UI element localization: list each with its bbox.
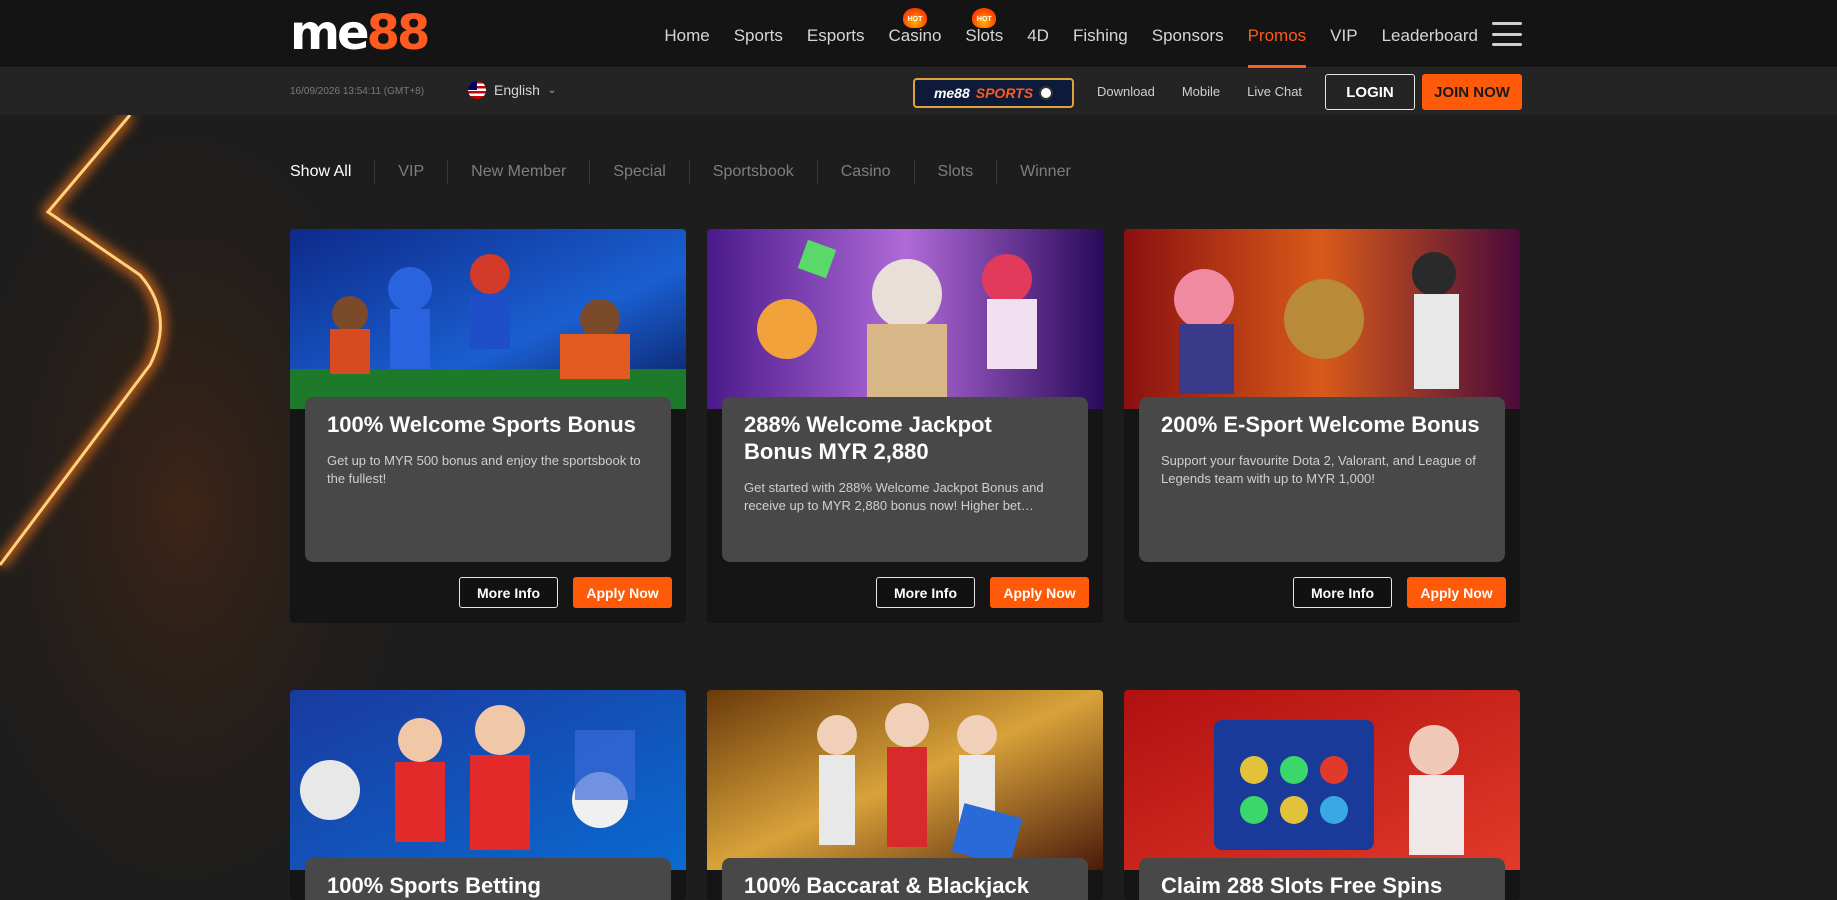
nav-item-label: VIP bbox=[1330, 26, 1358, 45]
datetime-label: 16/09/2026 13:54:11 (GMT+8) bbox=[290, 86, 425, 97]
apply-now-button[interactable]: Apply Now bbox=[573, 577, 672, 608]
promo-card-baccarat-blackjack: 100% Baccarat & Blackjack bbox=[707, 690, 1103, 900]
nav-item-label: Sports bbox=[733, 26, 783, 45]
promo-card-esport-welcome: 200% E-Sport Welcome Bonus Support your … bbox=[1124, 229, 1520, 623]
nav-item-label: Sponsors bbox=[1151, 26, 1224, 45]
promo-title: Claim 288 Slots Free Spins bbox=[1161, 873, 1443, 898]
filter-tab-special[interactable]: Special bbox=[589, 160, 688, 184]
menu-hamburger-icon[interactable] bbox=[1492, 22, 1522, 46]
promo-filter-tabs: Show All VIP New Member Special Sportsbook Ca… bbox=[290, 160, 1094, 184]
language-selector[interactable]: English ⌄ bbox=[468, 81, 556, 99]
secondary-bar: 16/09/2026 13:54:11 (GMT+8) English ⌄ me… bbox=[0, 69, 1837, 115]
filter-tab-vip[interactable]: VIP bbox=[374, 160, 447, 184]
nav-item-home[interactable]: Home bbox=[652, 0, 721, 68]
apply-now-button[interactable]: Apply Now bbox=[1407, 577, 1506, 608]
promo-title: 100% Sports Betting Insurance bbox=[327, 873, 541, 898]
mobile-link[interactable]: Mobile bbox=[1182, 84, 1220, 99]
promo-card-sports-insurance: 100% Sports Betting Insurance bbox=[290, 690, 686, 900]
filter-tab-new-member[interactable]: New Member bbox=[447, 160, 589, 184]
nav-item-vip[interactable]: VIP bbox=[1318, 0, 1369, 68]
promo-title: 100% Welcome Sports Bonus bbox=[327, 412, 636, 437]
nav-item-4d[interactable]: 4D bbox=[1015, 0, 1061, 68]
promo-text-panel: 100% Welcome Sports Bonus Get up to MYR … bbox=[305, 397, 671, 562]
download-link[interactable]: Download bbox=[1097, 84, 1155, 99]
top-navigation: me88 Home Sports Esports HOT Casino HOT Slots 4… bbox=[0, 0, 1837, 68]
hot-flame-icon: HOT bbox=[902, 8, 927, 28]
utility-links: Download Mobile Live Chat bbox=[1097, 84, 1302, 99]
filter-tab-show-all[interactable]: Show All bbox=[290, 160, 374, 184]
promo-title: 100% Baccarat & Blackjack bbox=[744, 873, 1029, 898]
nav-item-label: Esports bbox=[806, 26, 865, 45]
promo-banner-slots-image bbox=[1124, 690, 1520, 870]
promo-text-panel: Claim 288 Slots Free Spins bbox=[1139, 858, 1505, 900]
filter-tab-winner[interactable]: Winner bbox=[996, 160, 1094, 184]
promo-banner-casino-image bbox=[707, 690, 1103, 870]
promo-card-welcome-sports: 100% Welcome Sports Bonus Get up to MYR … bbox=[290, 229, 686, 623]
nav-item-label: Casino bbox=[888, 26, 942, 45]
promo-banner-jackpot-image bbox=[707, 229, 1103, 409]
hot-flame-icon: HOT bbox=[972, 8, 997, 28]
nav-item-label: Fishing bbox=[1072, 26, 1128, 45]
language-label: English bbox=[494, 82, 540, 98]
nav-item-sports[interactable]: Sports bbox=[722, 0, 795, 68]
me88-logo[interactable]: me88 bbox=[290, 9, 430, 57]
nav-item-sponsors[interactable]: Sponsors bbox=[1140, 0, 1236, 68]
filter-tab-slots[interactable]: Slots bbox=[913, 160, 997, 184]
malaysia-flag-icon bbox=[468, 81, 486, 99]
promo-description: Get started with 288% Welcome Jackpot Bo… bbox=[744, 480, 1044, 513]
promo-banner-esport-image bbox=[1124, 229, 1520, 409]
nav-item-label: Promos bbox=[1247, 26, 1307, 45]
filter-tab-sportsbook[interactable]: Sportsbook bbox=[688, 160, 817, 184]
promo-banner-sports-image bbox=[290, 229, 686, 409]
main-nav: Home Sports Esports HOT Casino HOT Slots 4D Fish… bbox=[652, 0, 1490, 68]
promo-text-panel: 100% Baccarat & Blackjack bbox=[722, 858, 1088, 900]
promo-text-panel: 288% Welcome Jackpot Bonus MYR 2,880 Get… bbox=[722, 397, 1088, 562]
promo-description: Support your favourite Dota 2, Valorant,… bbox=[1161, 453, 1476, 486]
nav-item-label: Home bbox=[664, 26, 710, 45]
live-chat-link[interactable]: Live Chat bbox=[1247, 84, 1302, 99]
nav-item-fishing[interactable]: Fishing bbox=[1061, 0, 1140, 68]
promo-card-welcome-jackpot: 288% Welcome Jackpot Bonus MYR 2,880 Get… bbox=[707, 229, 1103, 623]
nav-item-label: 4D bbox=[1027, 26, 1049, 45]
promo-banner-insurance-image bbox=[290, 690, 686, 870]
more-info-button[interactable]: More Info bbox=[459, 577, 558, 608]
nav-item-label: Slots bbox=[965, 26, 1004, 45]
more-info-button[interactable]: More Info bbox=[1293, 577, 1392, 608]
nav-item-casino[interactable]: HOT Casino bbox=[877, 0, 954, 68]
apply-now-button[interactable]: Apply Now bbox=[990, 577, 1089, 608]
join-now-button[interactable]: JOIN NOW bbox=[1422, 74, 1522, 110]
more-info-button[interactable]: More Info bbox=[876, 577, 975, 608]
soccer-ball-icon bbox=[1039, 86, 1054, 100]
promo-title: 288% Welcome Jackpot Bonus MYR 2,880 bbox=[744, 412, 992, 464]
promo-text-panel: 200% E-Sport Welcome Bonus Support your … bbox=[1139, 397, 1505, 562]
login-button[interactable]: LOGIN bbox=[1325, 74, 1415, 110]
filter-tab-casino[interactable]: Casino bbox=[816, 160, 914, 184]
promo-text-panel: 100% Sports Betting Insurance bbox=[305, 858, 671, 900]
promo-description: Get up to MYR 500 bonus and enjoy the sp… bbox=[327, 453, 641, 486]
chevron-down-icon: ⌄ bbox=[547, 84, 557, 96]
promo-card-slots-free-spins: Claim 288 Slots Free Spins bbox=[1124, 690, 1520, 900]
nav-item-leaderboard[interactable]: Leaderboard bbox=[1370, 0, 1490, 68]
promo-title: 200% E-Sport Welcome Bonus bbox=[1161, 412, 1480, 437]
nav-item-promos[interactable]: Promos bbox=[1236, 0, 1319, 68]
nav-item-slots[interactable]: HOT Slots bbox=[953, 0, 1015, 68]
nav-item-esports[interactable]: Esports bbox=[795, 0, 877, 68]
me88-sports-button[interactable]: me88 SPORTS bbox=[913, 78, 1074, 108]
nav-item-label: Leaderboard bbox=[1381, 26, 1478, 45]
